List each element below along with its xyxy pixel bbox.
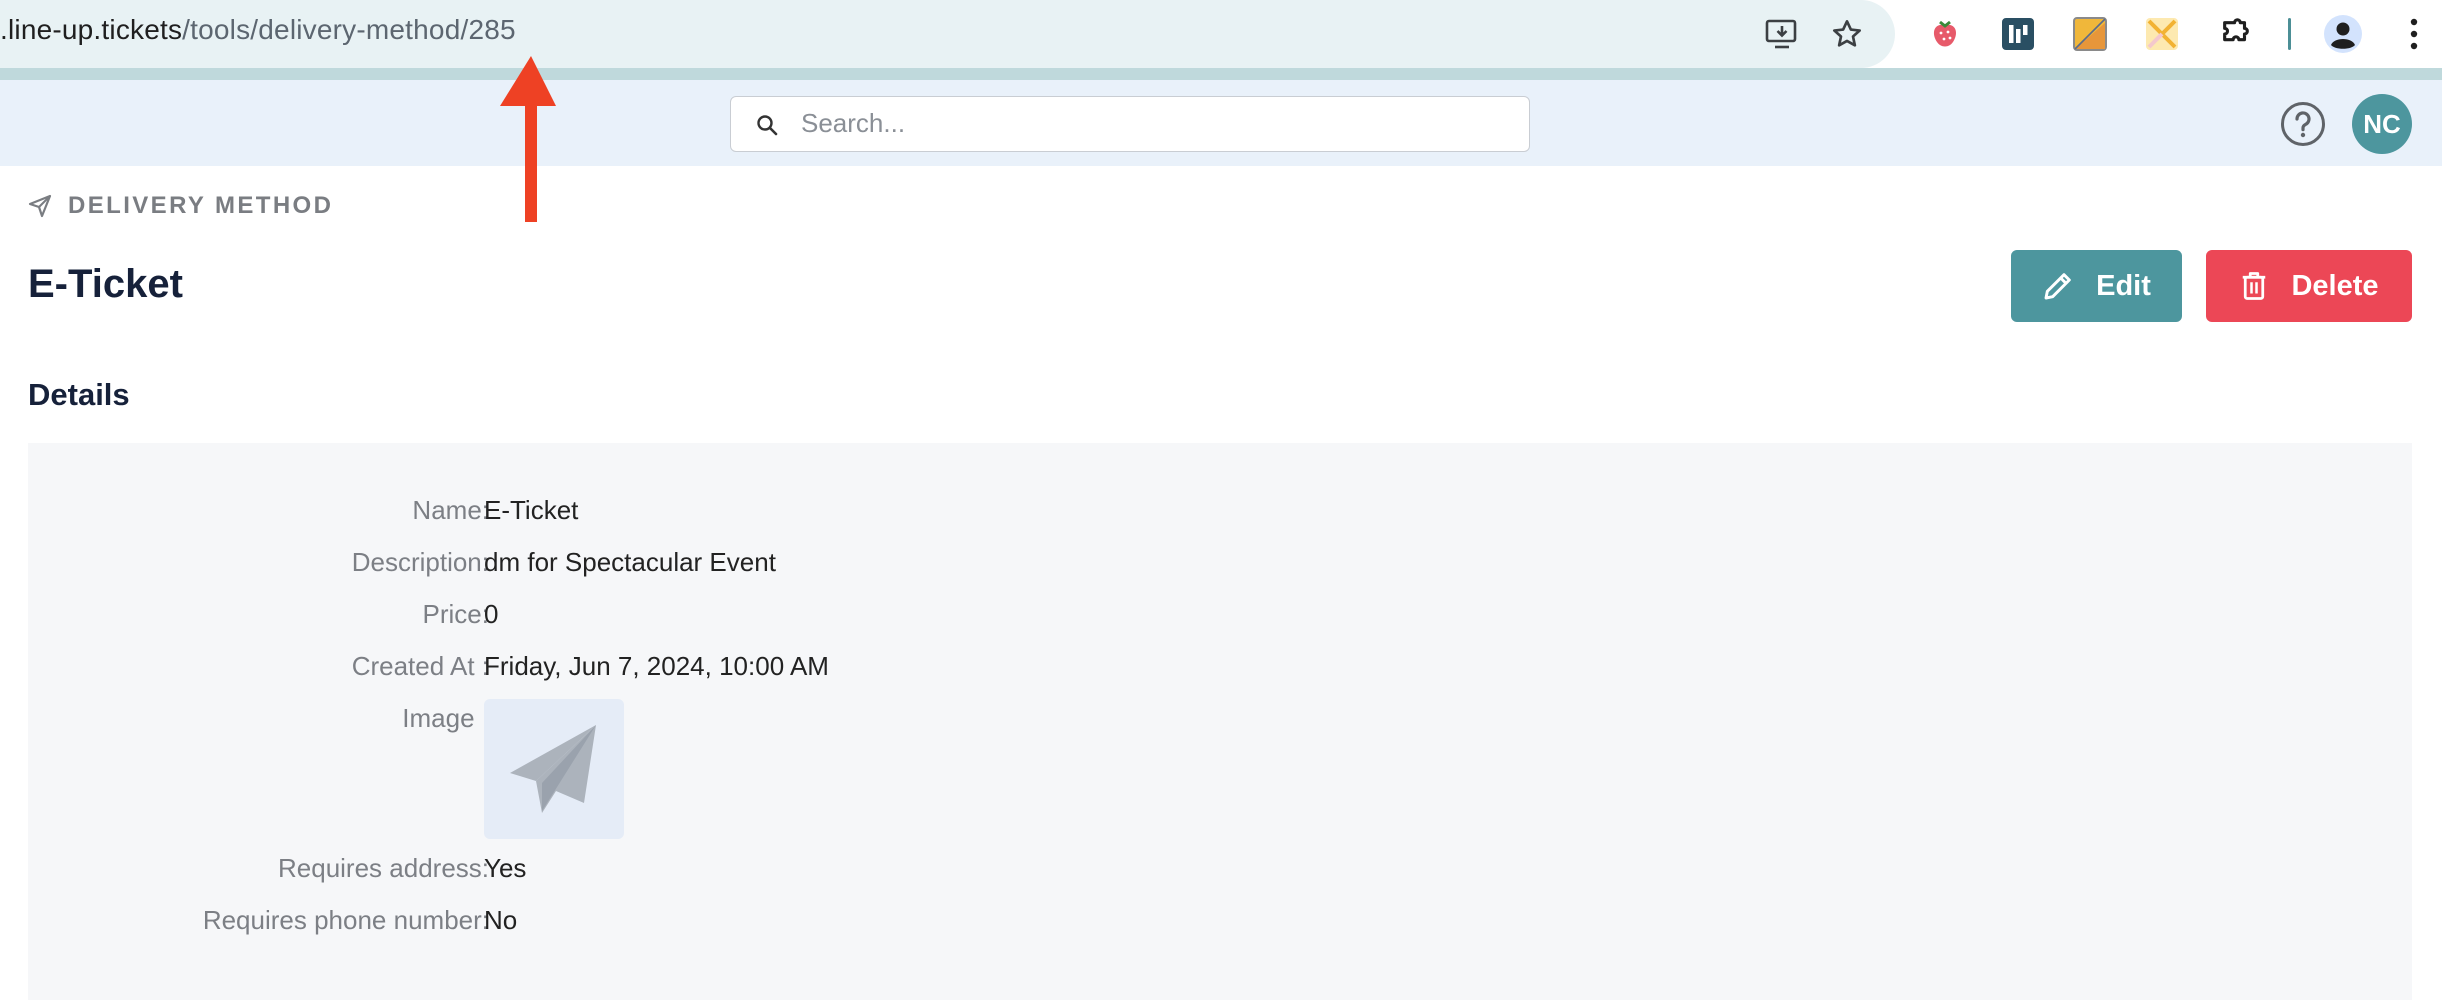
- detail-row-requires-address: Requires address: Yes: [28, 853, 1228, 887]
- paper-plane-icon: [510, 725, 596, 813]
- details-panel: Name: E-Ticket Description: dm for Spect…: [28, 443, 2412, 1000]
- detail-row-price: Price: 0: [28, 599, 1228, 633]
- profile-icon[interactable]: [2323, 14, 2363, 54]
- dark-extension-icon[interactable]: [1998, 14, 2038, 54]
- requires-address-value: Yes: [484, 853, 527, 883]
- page-title: E-Ticket: [28, 262, 183, 306]
- sparkle-extension-icon[interactable]: [2142, 14, 2182, 54]
- delete-button[interactable]: Delete: [2206, 250, 2412, 322]
- detail-row-created-at: Created At : Friday, Jun 7, 2024, 10:00 …: [28, 651, 1228, 685]
- name-label: Name:: [412, 495, 489, 525]
- created-at-label: Created At :: [351, 651, 489, 681]
- detail-row-requires-phone: Requires phone number: No: [28, 905, 1228, 939]
- breadcrumb: DELIVERY METHOD: [28, 192, 333, 220]
- url-host: .line-up.tickets: [0, 14, 183, 45]
- extension-separator: [2288, 18, 2291, 50]
- strawberry-extension-icon[interactable]: [1925, 14, 1965, 54]
- name-value: E-Ticket: [484, 495, 579, 525]
- description-label: Description:: [351, 547, 489, 577]
- search-box[interactable]: [730, 96, 1530, 152]
- puzzle-extensions-icon[interactable]: [2216, 14, 2256, 54]
- search-icon: [757, 115, 778, 136]
- url-text[interactable]: .line-up.tickets/tools/delivery-method/2…: [0, 14, 516, 46]
- app-header: NC: [0, 80, 2442, 166]
- image-label: Image :: [402, 703, 489, 733]
- detail-row-name: Name: E-Ticket: [28, 495, 1228, 529]
- help-icon[interactable]: [2280, 101, 2326, 147]
- created-at-value: Friday, Jun 7, 2024, 10:00 AM: [484, 651, 829, 681]
- paper-plane-icon: [28, 194, 52, 218]
- address-bar[interactable]: .line-up.tickets/tools/delivery-method/2…: [0, 0, 1895, 68]
- description-value: dm for Spectacular Event: [484, 547, 776, 577]
- bookmark-star-icon[interactable]: [1827, 14, 1867, 54]
- edit-button[interactable]: Edit: [2011, 250, 2182, 322]
- detail-row-description: Description: dm for Spectacular Event: [28, 547, 1228, 581]
- install-app-icon[interactable]: [1762, 14, 1802, 54]
- pencil-icon: [2044, 273, 2071, 300]
- detail-row-image: Image :: [28, 703, 1228, 737]
- details-heading: Details: [28, 377, 130, 412]
- requires-phone-label: Requires phone number:: [202, 905, 489, 935]
- breadcrumb-label: DELIVERY METHOD: [68, 192, 334, 219]
- price-value: 0: [484, 599, 499, 629]
- kebab-menu-icon[interactable]: [2394, 14, 2434, 54]
- browser-toolbar: .line-up.tickets/tools/delivery-method/2…: [0, 0, 2442, 80]
- requires-address-label: Requires address:: [278, 853, 489, 883]
- search-input[interactable]: [801, 97, 1501, 150]
- toolbar-divider: [0, 68, 2442, 80]
- yellow-extension-icon[interactable]: [2070, 14, 2110, 54]
- url-path: /tools/delivery-method/285: [182, 14, 516, 45]
- delete-button-label: Delete: [2291, 269, 2379, 302]
- price-label: Price:: [422, 599, 489, 629]
- trash-icon: [2243, 272, 2266, 300]
- red-arrow-annotation: [500, 56, 556, 222]
- delivery-method-image: [484, 699, 624, 839]
- requires-phone-value: No: [484, 905, 518, 935]
- user-avatar[interactable]: NC: [2352, 94, 2412, 154]
- edit-button-label: Edit: [2096, 269, 2151, 302]
